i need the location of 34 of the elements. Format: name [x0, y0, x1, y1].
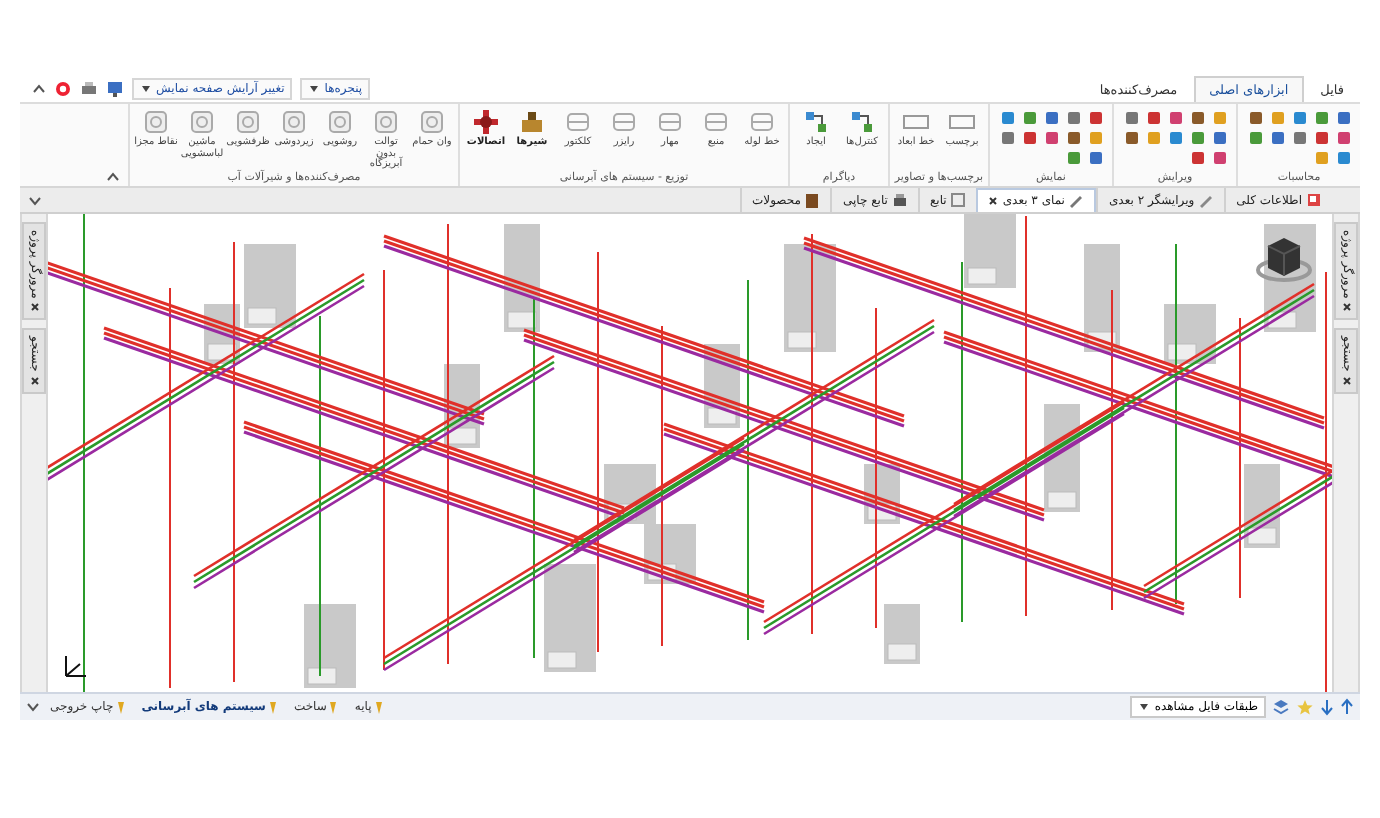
- pipe-icon: [656, 108, 684, 136]
- monitor-icon[interactable]: [106, 80, 124, 98]
- dropdown-caret-icon: [308, 84, 321, 94]
- valve-icon: [518, 108, 546, 136]
- collapse-caret-icon[interactable]: [106, 170, 120, 182]
- printer-icon[interactable]: [80, 80, 98, 98]
- caret-icon[interactable]: [32, 82, 46, 96]
- pipe-icon: [702, 108, 730, 136]
- up-arrow-icon[interactable]: [1340, 698, 1354, 716]
- close-icon[interactable]: [1341, 376, 1351, 387]
- tab-icon: [891, 191, 908, 209]
- tab-icon: [950, 191, 967, 209]
- axes-icon: [60, 652, 88, 680]
- layers-icon[interactable]: [1272, 698, 1290, 716]
- dropdown-caret-icon: [1138, 702, 1151, 712]
- pipe-icon: [748, 108, 776, 136]
- tab-icon: [1068, 192, 1085, 210]
- dropdown-caret-icon[interactable]: [26, 701, 40, 713]
- tab-icon: [804, 191, 821, 209]
- close-icon[interactable]: [1341, 302, 1351, 313]
- tab-icon: [1306, 191, 1322, 209]
- pipe-icon: [564, 108, 592, 136]
- diagram-icon: [802, 108, 830, 136]
- close-icon[interactable]: [988, 196, 999, 206]
- close-icon[interactable]: [29, 302, 39, 313]
- dropdown-caret-icon[interactable]: [28, 194, 42, 206]
- pipe-icon: [610, 108, 638, 136]
- close-icon[interactable]: [29, 376, 39, 387]
- down-arrow-icon[interactable]: [1320, 698, 1334, 716]
- diagram-icon: [848, 108, 876, 136]
- tab-icon: [1198, 191, 1215, 209]
- pipe-fitting-icon: [472, 108, 500, 136]
- dropdown-caret-icon: [140, 84, 152, 94]
- star-icon[interactable]: [1296, 698, 1314, 716]
